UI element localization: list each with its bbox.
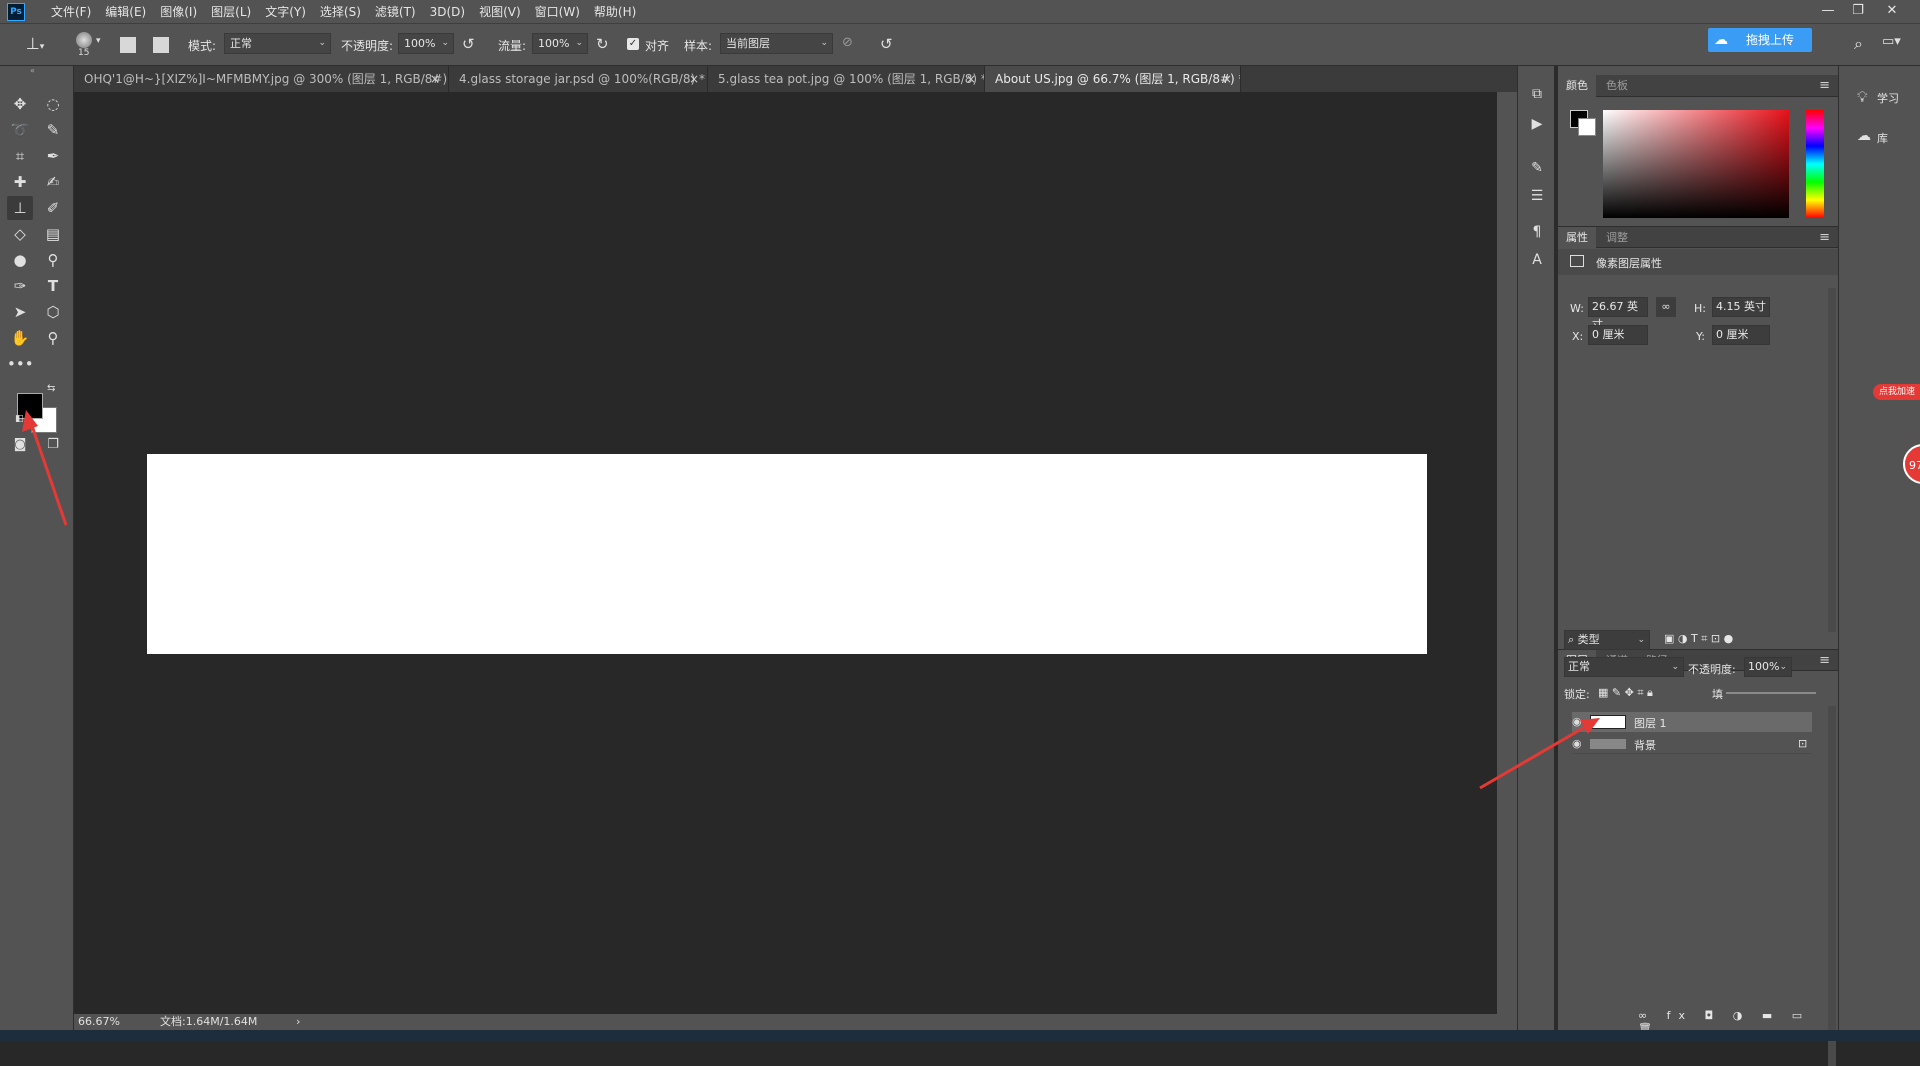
- os-taskbar: [0, 1030, 1920, 1041]
- arrow-head: [22, 410, 38, 432]
- arrow-head: [1580, 718, 1600, 734]
- arrow-to-color: [28, 419, 68, 526]
- arrow-to-layer: [1479, 722, 1591, 790]
- annotation-arrows: [22, 410, 1600, 790]
